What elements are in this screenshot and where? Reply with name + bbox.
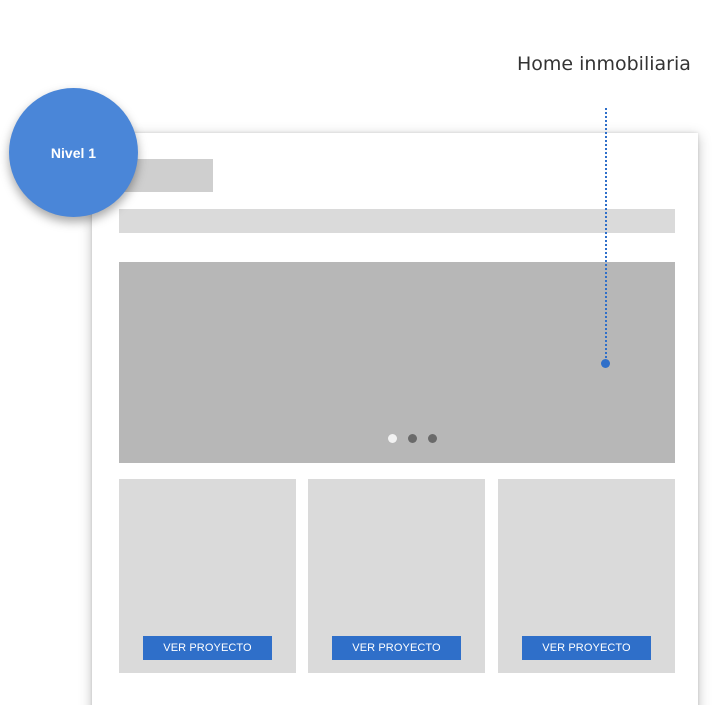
- wireframe-diagram: Home inmobiliaria VER PROYECTO VER PROYE…: [0, 0, 714, 705]
- project-card-2: VER PROYECTO: [308, 479, 485, 673]
- navigation-bar-placeholder: [119, 209, 675, 233]
- level-badge-label: Nivel 1: [50, 144, 97, 161]
- project-card-1: VER PROYECTO: [119, 479, 296, 673]
- slider-dot-2[interactable]: [408, 434, 417, 443]
- view-project-button-1[interactable]: VER PROYECTO: [143, 636, 272, 660]
- annotation-leader-line: [605, 108, 607, 362]
- level-badge: Nivel 1: [9, 88, 138, 217]
- project-card-3: VER PROYECTO: [498, 479, 675, 673]
- annotation-leader-dot: [601, 359, 610, 368]
- hero-slider-placeholder: [119, 262, 675, 463]
- slider-dot-3[interactable]: [428, 434, 437, 443]
- view-project-button-3[interactable]: VER PROYECTO: [522, 636, 651, 660]
- slider-pagination: [388, 434, 437, 443]
- view-project-button-2[interactable]: VER PROYECTO: [332, 636, 461, 660]
- slider-dot-1[interactable]: [388, 434, 397, 443]
- annotation-label: Home inmobiliaria: [517, 53, 691, 75]
